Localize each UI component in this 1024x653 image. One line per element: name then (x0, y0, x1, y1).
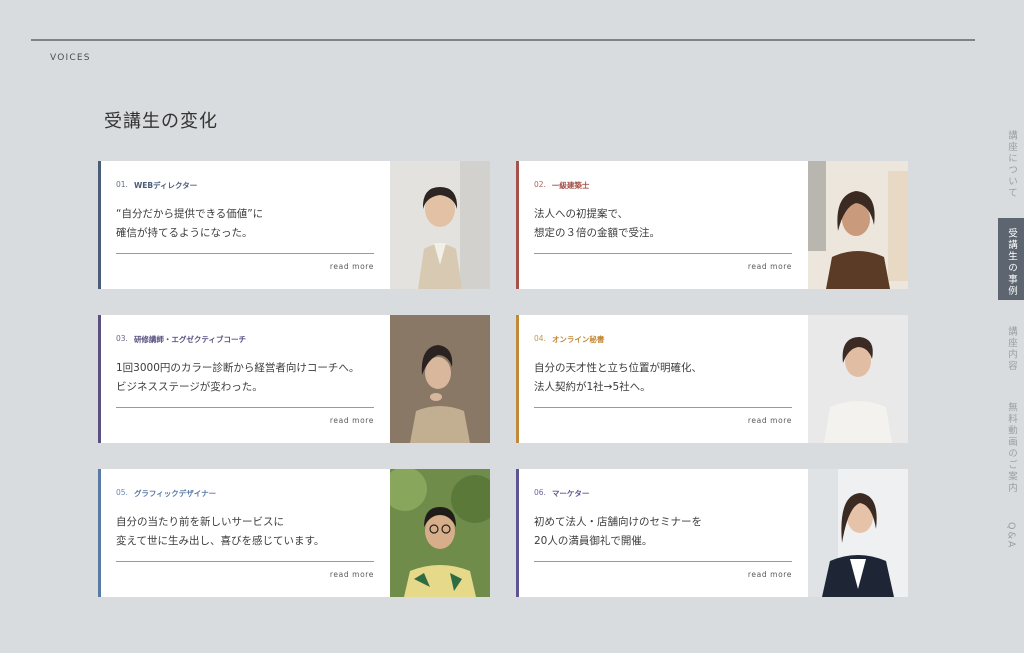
portrait-photo (808, 469, 908, 597)
portrait-photo (808, 315, 908, 443)
card-number: 02. (534, 180, 546, 189)
nav-item-qa[interactable]: Q&A (998, 520, 1024, 560)
card-quote: 自分の天才性と立ち位置が明確化、 法人契約が1社→5社へ。 (534, 362, 702, 393)
voice-card-3[interactable]: 03. 研修講師・エグゼクティブコーチ 1回3000円のカラー診断から経営者向け… (98, 315, 490, 443)
portrait-photo (390, 469, 490, 597)
nav-item-free-video[interactable]: 無料動画のご案内 (998, 400, 1024, 500)
card-role: 一級建築士 (551, 181, 590, 190)
read-more-link[interactable]: read more (748, 416, 792, 425)
card-divider (116, 253, 374, 254)
card-number: 01. (116, 180, 128, 189)
card-quote: 初めて法人・店舗向けのセミナーを 20人の満員御礼で開催。 (534, 516, 702, 547)
card-number: 03. (116, 334, 128, 343)
card-role: マーケター (551, 489, 590, 498)
side-navigation: 講座について 受講生の事例 講座内容 無料動画のご案内 Q&A (998, 0, 1024, 653)
card-role: オンライン秘書 (551, 335, 605, 344)
card-number: 04. (534, 334, 546, 343)
read-more-link[interactable]: read more (330, 416, 374, 425)
card-number: 05. (116, 488, 128, 497)
card-divider (116, 407, 374, 408)
card-role: WEBディレクター (133, 181, 198, 190)
read-more-link[interactable]: read more (330, 262, 374, 271)
nav-item-cases[interactable]: 受講生の事例 (998, 218, 1024, 300)
top-divider (31, 39, 975, 41)
voice-card-6[interactable]: 06. マーケター 初めて法人・店舗向けのセミナーを 20人の満員御礼で開催。 … (516, 469, 908, 597)
card-divider (534, 253, 792, 254)
card-divider (534, 561, 792, 562)
read-more-link[interactable]: read more (748, 570, 792, 579)
card-divider (116, 561, 374, 562)
nav-item-content[interactable]: 講座内容 (998, 324, 1024, 374)
portrait-photo (390, 315, 490, 443)
portrait-photo (808, 161, 908, 289)
read-more-link[interactable]: read more (330, 570, 374, 579)
card-quote: “自分だから提供できる価値”に 確信が持てるようになった。 (116, 208, 264, 239)
portrait-photo (390, 161, 490, 289)
card-divider (534, 407, 792, 408)
nav-item-about[interactable]: 講座について (998, 128, 1024, 199)
section-label: VOICES (50, 53, 91, 63)
voice-card-5[interactable]: 05. グラフィックデザイナー 自分の当たり前を新しいサービスに 変えて世に生み… (98, 469, 490, 597)
page-title: 受講生の変化 (104, 111, 218, 132)
card-number: 06. (534, 488, 546, 497)
card-quote: 1回3000円のカラー診断から経営者向けコーチへ。 ビジネスステージが変わった。 (116, 362, 360, 393)
card-quote: 自分の当たり前を新しいサービスに 変えて世に生み出し、喜びを感じています。 (116, 516, 325, 547)
voice-card-2[interactable]: 02. 一級建築士 法人への初提案で、 想定の３倍の金額で受注。 read mo… (516, 161, 908, 289)
read-more-link[interactable]: read more (748, 262, 792, 271)
card-quote: 法人への初提案で、 想定の３倍の金額で受注。 (534, 208, 660, 239)
voice-card-4[interactable]: 04. オンライン秘書 自分の天才性と立ち位置が明確化、 法人契約が1社→5社へ… (516, 315, 908, 443)
card-role: グラフィックデザイナー (133, 489, 217, 498)
voice-card-1[interactable]: 01. WEBディレクター “自分だから提供できる価値”に 確信が持てるようにな… (98, 161, 490, 289)
card-role: 研修講師・エグゼクティブコーチ (133, 335, 246, 344)
